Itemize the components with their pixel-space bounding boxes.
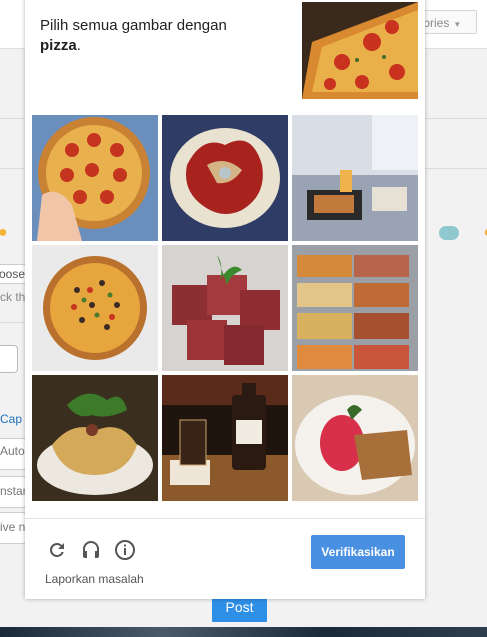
footer-divider bbox=[25, 518, 425, 519]
info-icon[interactable] bbox=[113, 538, 137, 562]
chevron-down-icon: ▼ bbox=[453, 20, 462, 29]
divider bbox=[0, 322, 26, 323]
background-field[interactable]: oose bbox=[0, 264, 26, 284]
image-tile[interactable] bbox=[292, 245, 418, 371]
image-tile[interactable] bbox=[292, 375, 418, 501]
target-word: pizza bbox=[40, 37, 77, 54]
emoji-icon[interactable]: ● bbox=[0, 224, 8, 242]
verify-button[interactable]: Verifikasikan bbox=[311, 535, 405, 569]
captcha-instruction: Pilih semua gambar dengan pizza. bbox=[40, 16, 280, 56]
divider bbox=[0, 168, 26, 169]
divider bbox=[0, 118, 26, 119]
background-checkbox[interactable] bbox=[0, 345, 18, 373]
emoji-icon[interactable] bbox=[439, 226, 459, 240]
report-problem-link[interactable]: Laporkan masalah bbox=[45, 572, 144, 586]
image-tile[interactable] bbox=[162, 245, 288, 371]
image-tile[interactable] bbox=[32, 375, 158, 501]
background-link[interactable]: Cap bbox=[0, 412, 22, 426]
background-text: ck th bbox=[0, 290, 26, 304]
image-tile[interactable] bbox=[32, 115, 158, 241]
image-tile[interactable] bbox=[32, 245, 158, 371]
image-tile[interactable] bbox=[162, 375, 288, 501]
sample-pizza-image bbox=[302, 2, 418, 99]
instruction-suffix: . bbox=[76, 37, 81, 54]
instruction-text: Pilih semua gambar dengan bbox=[40, 17, 227, 34]
image-tile[interactable] bbox=[292, 115, 418, 241]
background-option[interactable]: ive n bbox=[0, 520, 25, 534]
audio-icon[interactable] bbox=[79, 538, 103, 562]
captcha-dialog: Pilih semua gambar dengan pizza. Laporka… bbox=[25, 0, 425, 599]
reload-icon[interactable] bbox=[45, 538, 69, 562]
divider bbox=[425, 118, 487, 119]
image-tile[interactable] bbox=[162, 115, 288, 241]
divider bbox=[425, 168, 487, 169]
bottom-banner bbox=[0, 627, 487, 637]
emoji-icon[interactable]: ● bbox=[483, 224, 487, 242]
